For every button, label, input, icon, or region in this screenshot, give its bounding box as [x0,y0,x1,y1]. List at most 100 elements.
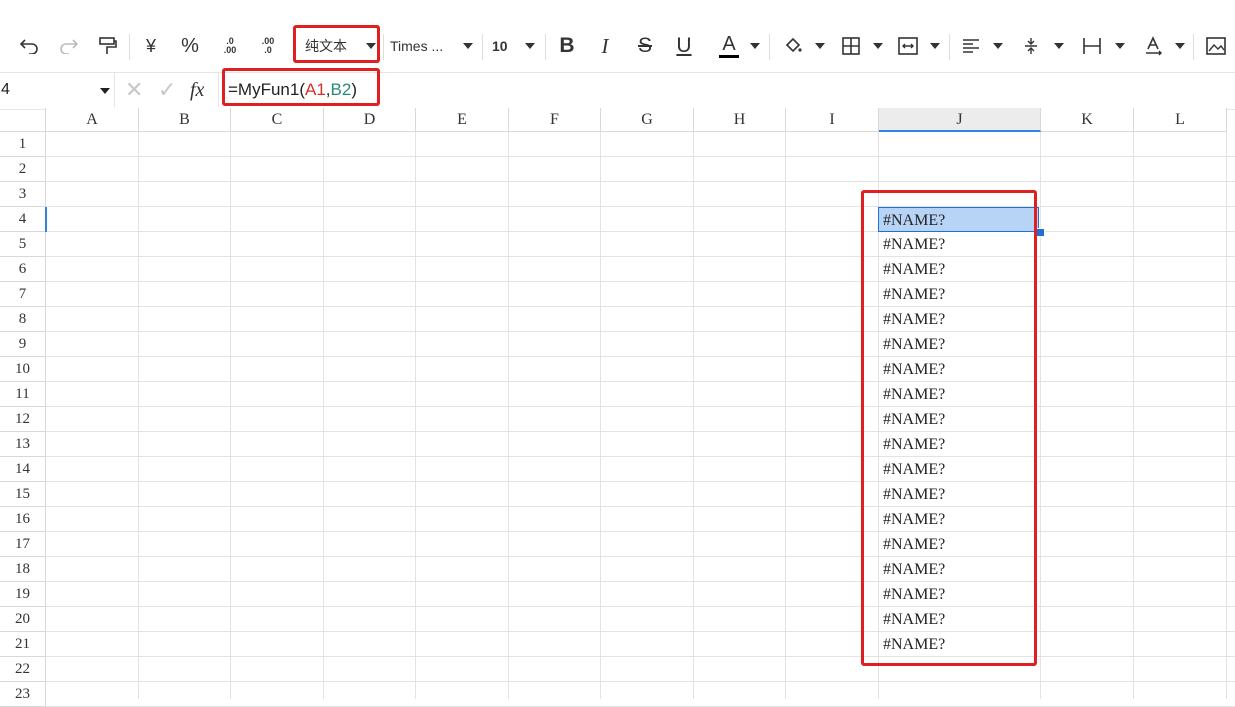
font-color-button[interactable]: A [714,20,744,72]
column-gridline [230,132,231,699]
row-header-9[interactable]: 9 [0,332,46,357]
row-header-20[interactable]: 20 [0,607,46,632]
spreadsheet-grid[interactable]: A B C D E F G H I J K L 1 2 3 4 5 6 7 8 9 10 11 12 13 14 15 16 17 18 1… [0,108,1235,707]
cell-J14[interactable]: #NAME? [879,457,1039,482]
cell-J7[interactable]: #NAME? [879,282,1039,307]
row-gridline [46,256,1235,257]
row-header-8[interactable]: 8 [0,307,46,332]
decrease-decimal-button[interactable]: .0 .00 [216,20,244,72]
row-header-19[interactable]: 19 [0,582,46,607]
font-family-value: Times ... [390,38,444,54]
cell-J13[interactable]: #NAME? [879,432,1039,457]
font-size-select[interactable]: 10 [486,20,530,72]
column-header-E[interactable]: E [416,108,509,132]
row-header-22[interactable]: 22 [0,657,46,682]
row-header-16[interactable]: 16 [0,507,46,532]
cell-J12[interactable]: #NAME? [879,407,1039,432]
row-header-13[interactable]: 13 [0,432,46,457]
align-left-icon [963,39,979,53]
formula-input[interactable]: =MyFun1(A1,B2) [228,80,357,100]
row-gridline [46,556,1235,557]
horizontal-align-button[interactable] [957,20,985,72]
row-gridline [46,506,1235,507]
column-header-H[interactable]: H [694,108,786,132]
decrease-decimal-icon: .0 .00 [223,36,237,55]
row-header-18[interactable]: 18 [0,557,46,582]
row-gridline [46,406,1235,407]
row-header-11[interactable]: 11 [0,382,46,407]
fill-handle[interactable] [1036,228,1045,237]
number-format-value: 纯文本 [305,38,347,54]
cell-J15[interactable]: #NAME? [879,482,1039,507]
increase-decimal-button[interactable]: .00 .0 [254,20,282,72]
column-header-L[interactable]: L [1134,108,1227,132]
cell-J5[interactable]: #NAME? [879,232,1039,257]
row-gridline [46,606,1235,607]
percent-button[interactable]: % [175,20,205,72]
row-header-23[interactable]: 23 [0,682,46,707]
cell-J4[interactable]: #NAME? [878,207,1039,232]
row-header-6[interactable]: 6 [0,257,46,282]
cell-J9[interactable]: #NAME? [879,332,1039,357]
underline-icon: U [676,34,692,57]
cell-J17[interactable]: #NAME? [879,532,1039,557]
column-header-A[interactable]: A [46,108,139,132]
row-header-1[interactable]: 1 [0,132,46,157]
cell-J19[interactable]: #NAME? [879,582,1039,607]
row-header-17[interactable]: 17 [0,532,46,557]
row-header-21[interactable]: 21 [0,632,46,657]
column-header-I[interactable]: I [786,108,879,132]
column-header-J[interactable]: J [879,108,1041,132]
row-header-5[interactable]: 5 [0,232,46,257]
merge-cells-button[interactable] [894,20,922,72]
fill-color-button[interactable] [779,20,807,72]
italic-button[interactable]: I [591,20,619,72]
fx-icon[interactable]: fx [190,79,204,102]
column-header-C[interactable]: C [231,108,324,132]
format-painter-button[interactable] [92,20,122,72]
row-header-4[interactable]: 4 [0,207,46,232]
font-size-caret-icon [525,43,535,49]
cell-J10[interactable]: #NAME? [879,357,1039,382]
currency-button[interactable]: ¥ [137,20,165,72]
row-header-14[interactable]: 14 [0,457,46,482]
name-box[interactable]: J4 [0,73,115,107]
row-header-15[interactable]: 15 [0,482,46,507]
cell-J18[interactable]: #NAME? [879,557,1039,582]
select-all-corner[interactable] [0,108,46,132]
formula-arg-b2: B2 [330,80,352,99]
cell-J11[interactable]: #NAME? [879,382,1039,407]
cell-J8[interactable]: #NAME? [879,307,1039,332]
underline-button[interactable]: U [670,20,698,72]
number-format-select[interactable]: 纯文本 [297,20,377,72]
confirm-icon[interactable]: ✓ [158,77,176,103]
toolbar: ¥ % .0 .00 .00 .0 纯文本 Times ... 10 B I S… [0,20,1235,72]
column-header-D[interactable]: D [324,108,416,132]
redo-button[interactable] [54,20,84,72]
borders-button[interactable] [837,20,865,72]
column-header-K[interactable]: K [1041,108,1134,132]
column-header-G[interactable]: G [601,108,694,132]
row-header-10[interactable]: 10 [0,357,46,382]
strikethrough-button[interactable]: S [631,20,659,72]
cell-J20[interactable]: #NAME? [879,607,1039,632]
row-header-7[interactable]: 7 [0,282,46,307]
insert-image-button[interactable] [1202,20,1230,72]
text-wrap-button[interactable] [1078,20,1106,72]
cancel-icon[interactable]: ✕ [125,77,143,103]
column-header-B[interactable]: B [139,108,231,132]
row-header-3[interactable]: 3 [0,182,46,207]
text-rotate-button[interactable] [1140,20,1168,72]
row-header-12[interactable]: 12 [0,407,46,432]
bold-button[interactable]: B [553,20,581,72]
column-header-F[interactable]: F [509,108,601,132]
text-rotate-icon [1146,36,1162,56]
cell-J6[interactable]: #NAME? [879,257,1039,282]
cell-J21[interactable]: #NAME? [879,632,1039,657]
undo-button[interactable] [14,20,44,72]
font-color-icon: A [722,33,736,55]
cell-J16[interactable]: #NAME? [879,507,1039,532]
column-gridline [600,132,601,699]
row-header-2[interactable]: 2 [0,157,46,182]
vertical-align-button[interactable] [1017,20,1045,72]
